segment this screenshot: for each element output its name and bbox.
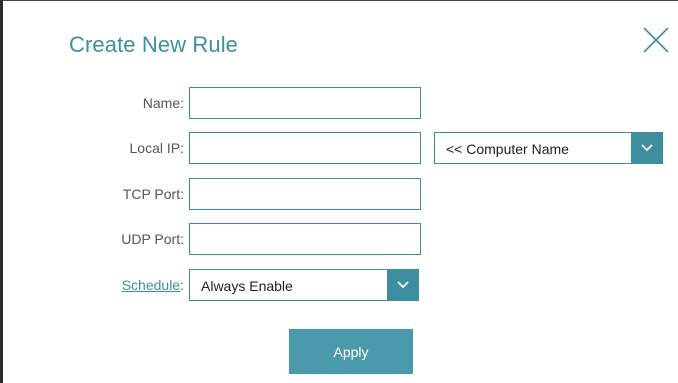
schedule-select-value: Always Enable [201, 278, 293, 294]
schedule-select[interactable]: Always Enable [189, 269, 419, 301]
chevron-down-icon[interactable] [631, 132, 663, 164]
local-ip-input[interactable] [189, 132, 421, 164]
schedule-link[interactable]: Schedule [122, 277, 180, 293]
name-label: Name: [142, 95, 184, 111]
name-input[interactable] [189, 87, 421, 119]
create-rule-dialog: Create New Rule Name: Local IP: << Compu… [0, 0, 678, 383]
schedule-colon: : [180, 277, 184, 293]
apply-button[interactable]: Apply [289, 329, 413, 374]
local-ip-label: Local IP: [129, 140, 184, 156]
dialog-title: Create New Rule [69, 32, 239, 57]
tcp-port-label: TCP Port: [122, 186, 184, 202]
chevron-down-icon[interactable] [387, 269, 419, 301]
udp-port-input[interactable] [189, 223, 421, 255]
close-icon[interactable] [641, 25, 671, 55]
udp-port-label: UDP Port: [121, 231, 184, 247]
computer-name-select-value: << Computer Name [446, 141, 569, 157]
computer-name-select[interactable]: << Computer Name [434, 132, 663, 164]
schedule-label: Schedule: [14, 277, 184, 293]
tcp-port-input[interactable] [189, 178, 421, 210]
